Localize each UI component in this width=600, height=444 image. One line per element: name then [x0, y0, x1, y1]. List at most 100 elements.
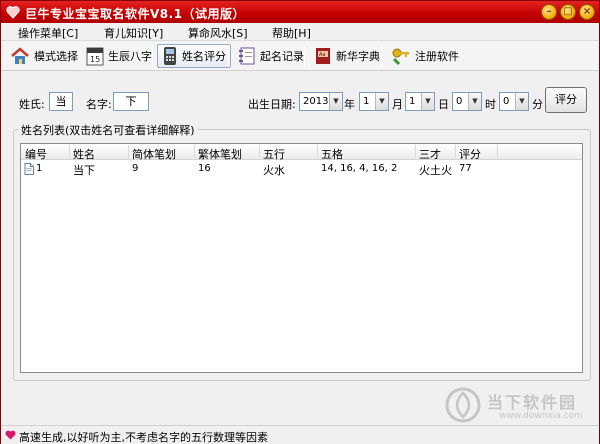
register-button[interactable]: 注册软件 — [386, 44, 464, 68]
window-title: 巨牛专业宝宝取名软件V8.1（试用版） — [25, 7, 246, 21]
home-icon — [11, 47, 29, 64]
column-divider[interactable] — [259, 145, 260, 158]
hour-select[interactable]: 0 ▼ — [452, 92, 482, 111]
naming-history-button[interactable]: 起名记录 — [233, 44, 309, 68]
toolbar: 模式选择 15 生辰八字 姓名评分 起名记录 Aa 新华字典 注册软件 — [1, 41, 599, 71]
cell-sancai: 火土火 — [419, 164, 452, 177]
chevron-down-icon[interactable]: ▼ — [515, 93, 528, 110]
column-divider[interactable] — [128, 145, 129, 158]
minimize-icon: – — [546, 6, 552, 17]
given-name-label: 名字: — [86, 98, 112, 111]
column-header-traditional-strokes[interactable]: 繁体笔划 — [198, 146, 242, 162]
naming-history-label: 起名记录 — [260, 50, 304, 63]
toolbar-separator — [381, 46, 382, 66]
menu-bar: 操作菜单[C] 育儿知识[Y] 算命风水[S] 帮助[H] — [1, 23, 599, 41]
score-button[interactable]: 评分 — [545, 87, 587, 113]
mode-select-button[interactable]: 模式选择 — [5, 44, 83, 68]
maximize-button[interactable]: □ — [560, 4, 576, 20]
dictionary-icon: Aa — [316, 48, 330, 64]
chevron-down-icon[interactable]: ▼ — [421, 93, 434, 110]
year-value: 2013 — [303, 96, 329, 107]
toolbar-separator — [228, 46, 229, 66]
day-select[interactable]: 1 ▼ — [405, 92, 435, 111]
document-icon — [24, 163, 34, 175]
list-header: 编号 姓名 简体笔划 繁体笔划 五行 五格 三才 评分 — [21, 144, 582, 162]
watermark-brand: 当下软件园 — [487, 393, 578, 412]
close-button[interactable]: × — [579, 4, 595, 20]
watermark-logo-icon — [445, 387, 481, 423]
cell-simplified-strokes: 9 — [132, 163, 139, 174]
given-name-input[interactable]: 下 — [113, 92, 149, 111]
status-bar: 高速生成,以好听为主,不考虑名字的五行数理等因素 — [1, 425, 599, 444]
cell-number: 1 — [36, 163, 43, 174]
name-input-row: 姓氏: 当 名字: 下 出生日期: 2013 ▼ 年 1 ▼ 月 1 ▼ 日 0… — [1, 79, 599, 119]
cell-score: 77 — [459, 163, 472, 174]
toolbar-separator — [152, 46, 153, 66]
month-unit: 月 — [392, 98, 403, 111]
keys-icon — [392, 48, 409, 65]
column-header-wuxing[interactable]: 五行 — [263, 146, 285, 162]
cell-wuxing: 火水 — [263, 164, 285, 177]
column-header-name[interactable]: 姓名 — [73, 146, 95, 162]
name-list[interactable]: 编号 姓名 简体笔划 繁体笔划 五行 五格 三才 评分 1 当下 9 16 火水… — [20, 143, 583, 373]
minute-unit: 分 — [532, 98, 543, 111]
year-unit: 年 — [344, 98, 355, 111]
close-icon: × — [582, 6, 592, 17]
mode-select-label: 模式选择 — [34, 50, 78, 63]
dictionary-button[interactable]: Aa 新华字典 — [309, 44, 385, 68]
column-header-score[interactable]: 评分 — [459, 146, 481, 162]
surname-label: 姓氏: — [19, 98, 45, 111]
cell-name: 当下 — [73, 164, 95, 177]
menu-operations[interactable]: 操作菜单[C] — [18, 25, 78, 41]
minimize-button[interactable]: – — [541, 4, 557, 20]
phone-icon — [164, 47, 176, 65]
column-header-simplified-strokes[interactable]: 简体笔划 — [132, 146, 176, 162]
register-label: 注册软件 — [415, 50, 459, 63]
column-divider[interactable] — [317, 145, 318, 158]
heart-icon — [5, 430, 16, 440]
column-header-wuge[interactable]: 五格 — [321, 146, 343, 162]
app-logo-icon — [6, 6, 20, 19]
chevron-down-icon[interactable]: ▼ — [375, 93, 388, 110]
menu-help[interactable]: 帮助[H] — [272, 25, 311, 41]
column-divider[interactable] — [194, 145, 195, 158]
cell-traditional-strokes: 16 — [198, 163, 211, 174]
watermark-url: www.downxia.com — [499, 411, 583, 421]
column-divider[interactable] — [415, 145, 416, 158]
birth-chart-button[interactable]: 15 生辰八字 — [81, 44, 157, 68]
name-list-title: 姓名列表(双击姓名可查看详细解释) — [18, 122, 198, 138]
svg-text:Aa: Aa — [319, 52, 325, 58]
chevron-down-icon[interactable]: ▼ — [468, 93, 481, 110]
dictionary-label: 新华字典 — [336, 50, 380, 63]
svg-text:15: 15 — [90, 55, 100, 64]
watermark: 当下软件园 www.downxia.com — [443, 385, 583, 425]
toolbar-separator — [78, 46, 79, 66]
toolbar-separator — [304, 46, 305, 66]
name-score-button[interactable]: 姓名评分 — [157, 44, 231, 68]
table-row[interactable]: 1 当下 9 16 火水 14, 16, 4, 16, 2 火土火 77 — [21, 161, 582, 177]
birth-chart-label: 生辰八字 — [108, 50, 152, 63]
maximize-icon: □ — [563, 6, 573, 17]
day-unit: 日 — [438, 98, 449, 111]
chevron-down-icon[interactable]: ▼ — [329, 93, 342, 110]
column-header-sancai[interactable]: 三才 — [419, 146, 441, 162]
column-divider[interactable] — [497, 145, 498, 158]
column-divider[interactable] — [455, 145, 456, 158]
column-header-number[interactable]: 编号 — [25, 146, 47, 162]
app-window: 巨牛专业宝宝取名软件V8.1（试用版） – □ × 操作菜单[C] 育儿知识[Y… — [0, 0, 600, 444]
notebook-icon — [239, 47, 255, 65]
name-score-label: 姓名评分 — [182, 50, 226, 63]
column-divider[interactable] — [69, 145, 70, 158]
minute-value: 0 — [503, 96, 510, 107]
year-select[interactable]: 2013 ▼ — [299, 92, 343, 111]
day-value: 1 — [409, 96, 416, 107]
hour-unit: 时 — [485, 98, 496, 111]
birth-date-label: 出生日期: — [248, 98, 296, 111]
month-select[interactable]: 1 ▼ — [359, 92, 389, 111]
menu-parenting[interactable]: 育儿知识[Y] — [104, 25, 163, 41]
cell-wuge: 14, 16, 4, 16, 2 — [321, 163, 398, 174]
menu-fortune[interactable]: 算命风水[S] — [188, 25, 248, 41]
surname-input[interactable]: 当 — [49, 92, 73, 111]
minute-select[interactable]: 0 ▼ — [499, 92, 529, 111]
title-bar: 巨牛专业宝宝取名软件V8.1（试用版） – □ × — [1, 1, 599, 23]
